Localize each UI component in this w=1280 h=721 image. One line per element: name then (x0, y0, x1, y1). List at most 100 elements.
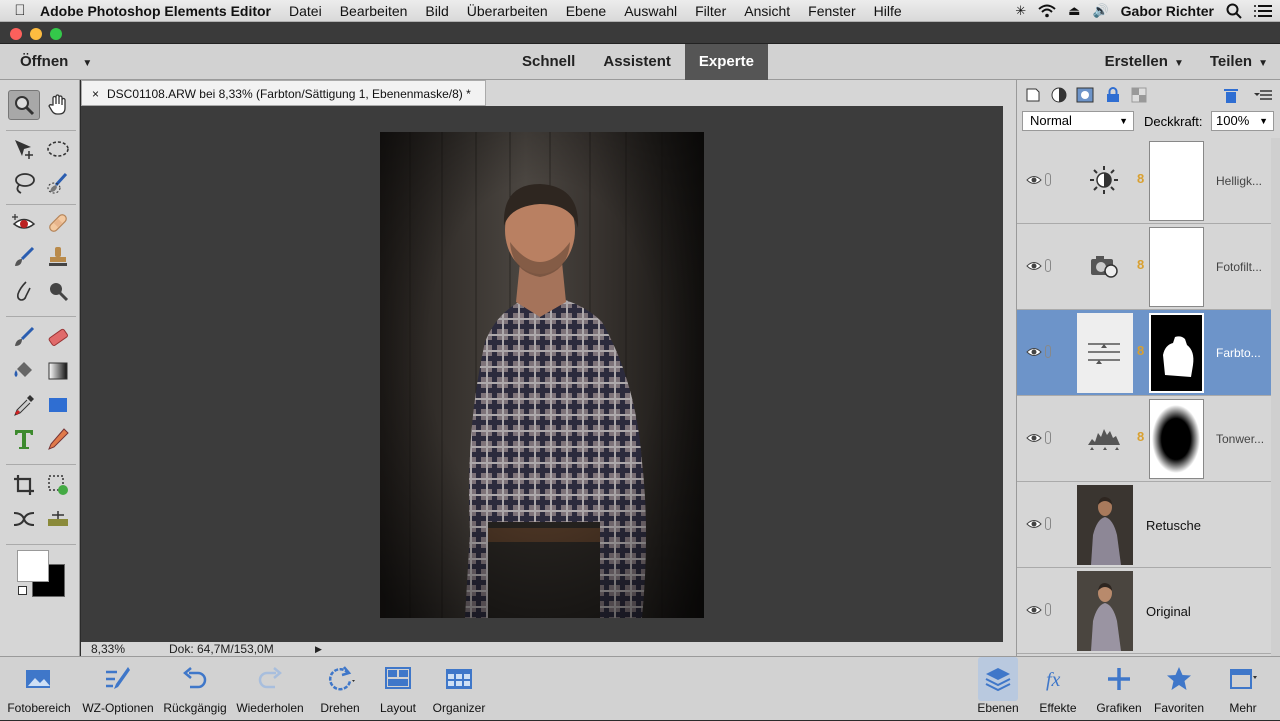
pencil-tool-button[interactable] (42, 424, 74, 454)
mask-link-chain-icon[interactable]: 8 (1137, 343, 1144, 358)
mask-link-chain-icon[interactable]: 8 (1137, 429, 1144, 444)
menu-ebene[interactable]: Ebene (566, 3, 606, 19)
minimize-window-button[interactable] (30, 28, 42, 40)
layers-panel-button[interactable]: Ebenen (974, 657, 1022, 721)
zoom-window-button[interactable] (50, 28, 62, 40)
organizer-button[interactable]: Organizer (426, 657, 492, 721)
blur-tool-button[interactable] (8, 276, 40, 306)
visibility-eye-icon[interactable] (1026, 346, 1042, 358)
layer-link-icon[interactable] (1045, 345, 1051, 358)
menu-hilfe[interactable]: Hilfe (874, 3, 902, 19)
mask-link-chain-icon[interactable]: 8 (1137, 171, 1144, 186)
visibility-eye-icon[interactable] (1026, 174, 1042, 186)
mode-experte-tab[interactable]: Experte (684, 44, 768, 80)
crop-tool-button[interactable] (8, 470, 40, 500)
canvas-area[interactable] (81, 106, 1003, 642)
menu-ansicht[interactable]: Ansicht (744, 3, 790, 19)
layer-row-brightness[interactable]: 8 Helligk... (1017, 138, 1271, 224)
zoom-level[interactable]: 8,33% (91, 642, 125, 656)
volume-icon[interactable]: 🔊 (1092, 3, 1108, 19)
opacity-field[interactable]: 100% ▼ (1211, 111, 1274, 131)
recompose-tool-button[interactable] (42, 470, 74, 500)
layer-link-icon[interactable] (1045, 259, 1051, 272)
healing-brush-tool-button[interactable] (42, 208, 74, 238)
visibility-eye-icon[interactable] (1026, 604, 1042, 616)
smart-brush-tool-button[interactable] (8, 242, 40, 272)
layer-row-original[interactable]: Original (1017, 568, 1271, 654)
notification-center-icon[interactable] (1254, 4, 1272, 18)
app-menu[interactable]: Adobe Photoshop Elements Editor (40, 3, 271, 19)
layer-row-hue-saturation[interactable]: 8 Farbto... (1017, 310, 1271, 396)
undo-button[interactable]: Rückgängig (160, 657, 230, 721)
add-layer-mask-icon[interactable] (1075, 86, 1095, 104)
lock-all-pixels-icon[interactable] (1103, 86, 1123, 104)
foreground-color-swatch[interactable] (17, 550, 49, 582)
gradient-tool-button[interactable] (42, 356, 74, 386)
menu-ueberarbeiten[interactable]: Überarbeiten (467, 3, 548, 19)
layer-link-icon[interactable] (1045, 517, 1051, 530)
layer-row-photo-filter[interactable]: 8 Fotofilt... (1017, 224, 1271, 310)
panel-menu-icon[interactable] (1253, 86, 1273, 104)
user-name[interactable]: Gabor Richter (1121, 3, 1214, 19)
elliptical-marquee-tool-button[interactable] (42, 134, 74, 164)
default-colors-icon[interactable] (18, 586, 27, 595)
more-button[interactable]: Mehr (1218, 657, 1268, 721)
trash-icon[interactable] (1221, 86, 1241, 104)
spotlight-search-icon[interactable] (1226, 3, 1242, 19)
status-menu-arrow-icon[interactable]: ▶ (315, 642, 322, 656)
eject-icon[interactable]: ⏏ (1068, 3, 1080, 19)
layer-link-icon[interactable] (1045, 603, 1051, 616)
bluetooth-icon[interactable]: ✳ (1015, 3, 1026, 19)
sponge-tool-button[interactable] (42, 276, 74, 306)
mode-schnell-tab[interactable]: Schnell (508, 44, 589, 80)
layer-link-icon[interactable] (1045, 173, 1051, 186)
blend-mode-select[interactable]: Normal ▼ (1022, 111, 1134, 131)
layer-row-levels[interactable]: 8 Tonwer... (1017, 396, 1271, 482)
menu-auswahl[interactable]: Auswahl (624, 3, 677, 19)
photo-bin-button[interactable]: Fotobereich (4, 657, 74, 721)
layer-mask-thumbnail[interactable] (1149, 141, 1204, 221)
share-button[interactable]: Teilen ▼ (1210, 53, 1268, 70)
zoom-tool-button[interactable] (8, 90, 40, 120)
eraser-tool-button[interactable] (42, 322, 74, 352)
open-button[interactable]: Öffnen ▼ (20, 53, 92, 70)
layer-link-icon[interactable] (1045, 431, 1051, 444)
wifi-icon[interactable] (1038, 4, 1056, 18)
apple-icon[interactable]:  (0, 2, 40, 19)
new-adjustment-layer-icon[interactable] (1049, 86, 1069, 104)
tool-options-button[interactable]: WZ-Optionen (78, 657, 158, 721)
visibility-eye-icon[interactable] (1026, 260, 1042, 272)
layer-mask-thumbnail[interactable] (1149, 227, 1204, 307)
layer-mask-thumbnail[interactable] (1149, 313, 1204, 393)
menu-bild[interactable]: Bild (425, 3, 448, 19)
new-layer-icon[interactable] (1023, 86, 1043, 104)
mask-link-chain-icon[interactable]: 8 (1137, 257, 1144, 272)
graphics-button[interactable]: Grafiken (1092, 657, 1146, 721)
close-window-button[interactable] (10, 28, 22, 40)
layer-mask-thumbnail[interactable] (1149, 399, 1204, 479)
document-tab[interactable]: × DSC01108.ARW bei 8,33% (Farbton/Sättigu… (81, 80, 486, 106)
rectangle-tool-button[interactable] (42, 390, 74, 420)
move-tool-button[interactable] (8, 134, 40, 164)
favorites-button[interactable]: Favoriten (1150, 657, 1208, 721)
brush-tool-button[interactable] (8, 322, 40, 352)
layer-image-thumbnail[interactable] (1077, 571, 1133, 651)
eyedropper-tool-button[interactable] (8, 390, 40, 420)
effects-button[interactable]: fx Effekte (1034, 657, 1082, 721)
visibility-eye-icon[interactable] (1026, 518, 1042, 530)
paint-bucket-tool-button[interactable] (8, 356, 40, 386)
layer-image-thumbnail[interactable] (1077, 485, 1133, 565)
hand-tool-button[interactable] (42, 90, 74, 120)
content-aware-move-tool-button[interactable] (8, 504, 40, 534)
lock-transparency-icon[interactable] (1129, 86, 1149, 104)
layout-button[interactable]: Layout (370, 657, 426, 721)
straighten-tool-button[interactable] (42, 504, 74, 534)
lasso-tool-button[interactable] (8, 168, 40, 198)
close-document-icon[interactable]: × (92, 87, 99, 101)
type-tool-button[interactable] (8, 424, 40, 454)
rotate-button[interactable]: Drehen (310, 657, 370, 721)
layers-scrollbar[interactable] (1271, 138, 1280, 656)
menu-fenster[interactable]: Fenster (808, 3, 855, 19)
menu-filter[interactable]: Filter (695, 3, 726, 19)
layer-row-retouch[interactable]: Retusche (1017, 482, 1271, 568)
